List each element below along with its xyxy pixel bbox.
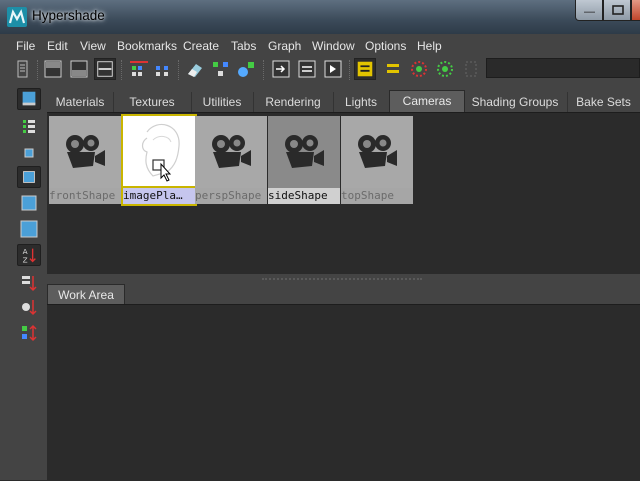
graph-materials-on-selected-icon[interactable] (236, 58, 258, 80)
svg-text:Z: Z (23, 255, 28, 264)
tab-work-area[interactable]: Work Area (47, 284, 125, 304)
menu-options[interactable]: Options (365, 39, 406, 53)
render-selection-icon[interactable] (408, 58, 430, 80)
maximize-button[interactable] (603, 0, 631, 21)
clear-swatches-icon[interactable] (382, 58, 404, 80)
image-plane-icon (141, 123, 180, 182)
swatch-label: perspShape (195, 188, 267, 204)
large-icons-icon[interactable] (17, 192, 41, 214)
list-view-icon[interactable] (17, 116, 41, 138)
cameras-swatch-panel[interactable]: frontShape imagePla… perspShape sideShap… (47, 112, 640, 275)
toolbar-separator (263, 60, 266, 80)
menu-bar: File Edit View Bookmarks Create Tabs Gra… (8, 36, 640, 56)
rearrange-graph-icon[interactable] (210, 58, 232, 80)
menu-window[interactable]: Window (312, 39, 355, 53)
toolbar-separator (121, 60, 124, 80)
window-title: Hypershade (32, 8, 105, 23)
hypershade-toolbar (8, 56, 640, 84)
swatch-thumbnail (195, 116, 267, 188)
input-connections-icon[interactable] (270, 58, 292, 80)
swatch-front-shape[interactable]: frontShape (49, 116, 121, 204)
ipr-render-icon[interactable] (434, 58, 456, 80)
toggle-toolbar-icon[interactable] (12, 58, 34, 80)
tab-materials[interactable]: Materials (47, 92, 114, 112)
menu-tabs[interactable]: Tabs (231, 39, 256, 53)
swatch-toggle-icon[interactable] (354, 58, 376, 80)
minimize-icon: — (584, 6, 595, 18)
show-bottom-tabs-icon[interactable] (68, 58, 90, 80)
movie-camera-icon (358, 135, 397, 168)
swatch-top-shape[interactable]: topShape (341, 116, 413, 204)
sort-by-type-icon[interactable] (17, 272, 41, 294)
toolbar-separator (178, 60, 181, 80)
create-bar-toggle-icon[interactable] (17, 88, 41, 110)
swatch-persp-shape[interactable]: perspShape (195, 116, 267, 204)
top-tab-bar: Materials Textures Utilities Rendering L… (47, 90, 640, 113)
hypershade-window: Hypershade — File Edit View Bookmarks Cr… (0, 0, 640, 481)
close-button[interactable] (631, 0, 640, 21)
menu-file[interactable]: File (16, 39, 35, 53)
bottom-tab-bar: Work Area (47, 284, 640, 304)
divider-grip[interactable] (262, 278, 422, 282)
sort-by-time-icon[interactable] (17, 296, 41, 318)
toolbar-separator (37, 60, 40, 80)
show-top-and-bottom-tabs-icon[interactable] (94, 58, 116, 80)
medium-icons-icon[interactable] (17, 166, 41, 188)
input-output-connections-icon[interactable] (128, 58, 150, 80)
maximize-icon (612, 5, 624, 15)
tab-cameras[interactable]: Cameras (389, 90, 465, 113)
extra-large-icons-icon[interactable] (17, 218, 41, 240)
pane-divider[interactable] (47, 274, 640, 284)
menu-bookmarks[interactable]: Bookmarks (117, 39, 177, 53)
swatch-label: sideShape (268, 188, 340, 204)
menu-edit[interactable]: Edit (47, 39, 68, 53)
tab-bake-sets[interactable]: Bake Sets (567, 92, 640, 112)
tab-textures[interactable]: Textures (113, 92, 192, 112)
swatch-thumbnail (268, 116, 340, 188)
swatch-label: imagePla… (121, 186, 197, 206)
small-icons-icon[interactable] (17, 142, 41, 164)
work-area-canvas[interactable] (47, 304, 640, 481)
swatch-label: frontShape (49, 188, 121, 204)
menu-create[interactable]: Create (183, 39, 219, 53)
output-connections-icon[interactable] (322, 58, 344, 80)
reverse-sort-order-icon[interactable] (17, 322, 41, 344)
swatch-thumbnail (341, 116, 413, 188)
disabled-tool-icon (465, 61, 477, 77)
show-top-tabs-icon[interactable] (42, 58, 64, 80)
movie-camera-icon (285, 135, 324, 168)
movie-camera-icon (66, 135, 105, 168)
toolbar-separator (349, 60, 352, 80)
swatch-label: topShape (341, 188, 413, 204)
minimize-button[interactable]: — (575, 0, 603, 21)
tab-rendering[interactable]: Rendering (253, 92, 334, 112)
input-output-connections-icon-2[interactable] (296, 58, 318, 80)
menu-help[interactable]: Help (417, 39, 442, 53)
menu-graph[interactable]: Graph (268, 39, 301, 53)
swatch-thumbnail (121, 114, 197, 190)
movie-camera-icon (212, 135, 251, 168)
search-field[interactable] (486, 58, 640, 78)
graph-network-icon[interactable] (152, 58, 174, 80)
tab-shading-groups[interactable]: Shading Groups (463, 92, 568, 112)
left-toolbar: AZ (14, 88, 44, 480)
sort-by-name-icon[interactable]: AZ (17, 244, 41, 266)
tab-lights[interactable]: Lights (333, 92, 390, 112)
title-bar[interactable]: Hypershade — (0, 0, 640, 34)
clear-graph-eraser-icon[interactable] (184, 58, 206, 80)
menu-view[interactable]: View (80, 39, 106, 53)
swatch-image-plane[interactable]: imagePla… (121, 114, 197, 206)
swatch-side-shape[interactable]: sideShape (268, 116, 340, 204)
swatch-thumbnail (49, 116, 121, 188)
tab-utilities[interactable]: Utilities (191, 92, 254, 112)
maya-app-icon (7, 7, 27, 27)
